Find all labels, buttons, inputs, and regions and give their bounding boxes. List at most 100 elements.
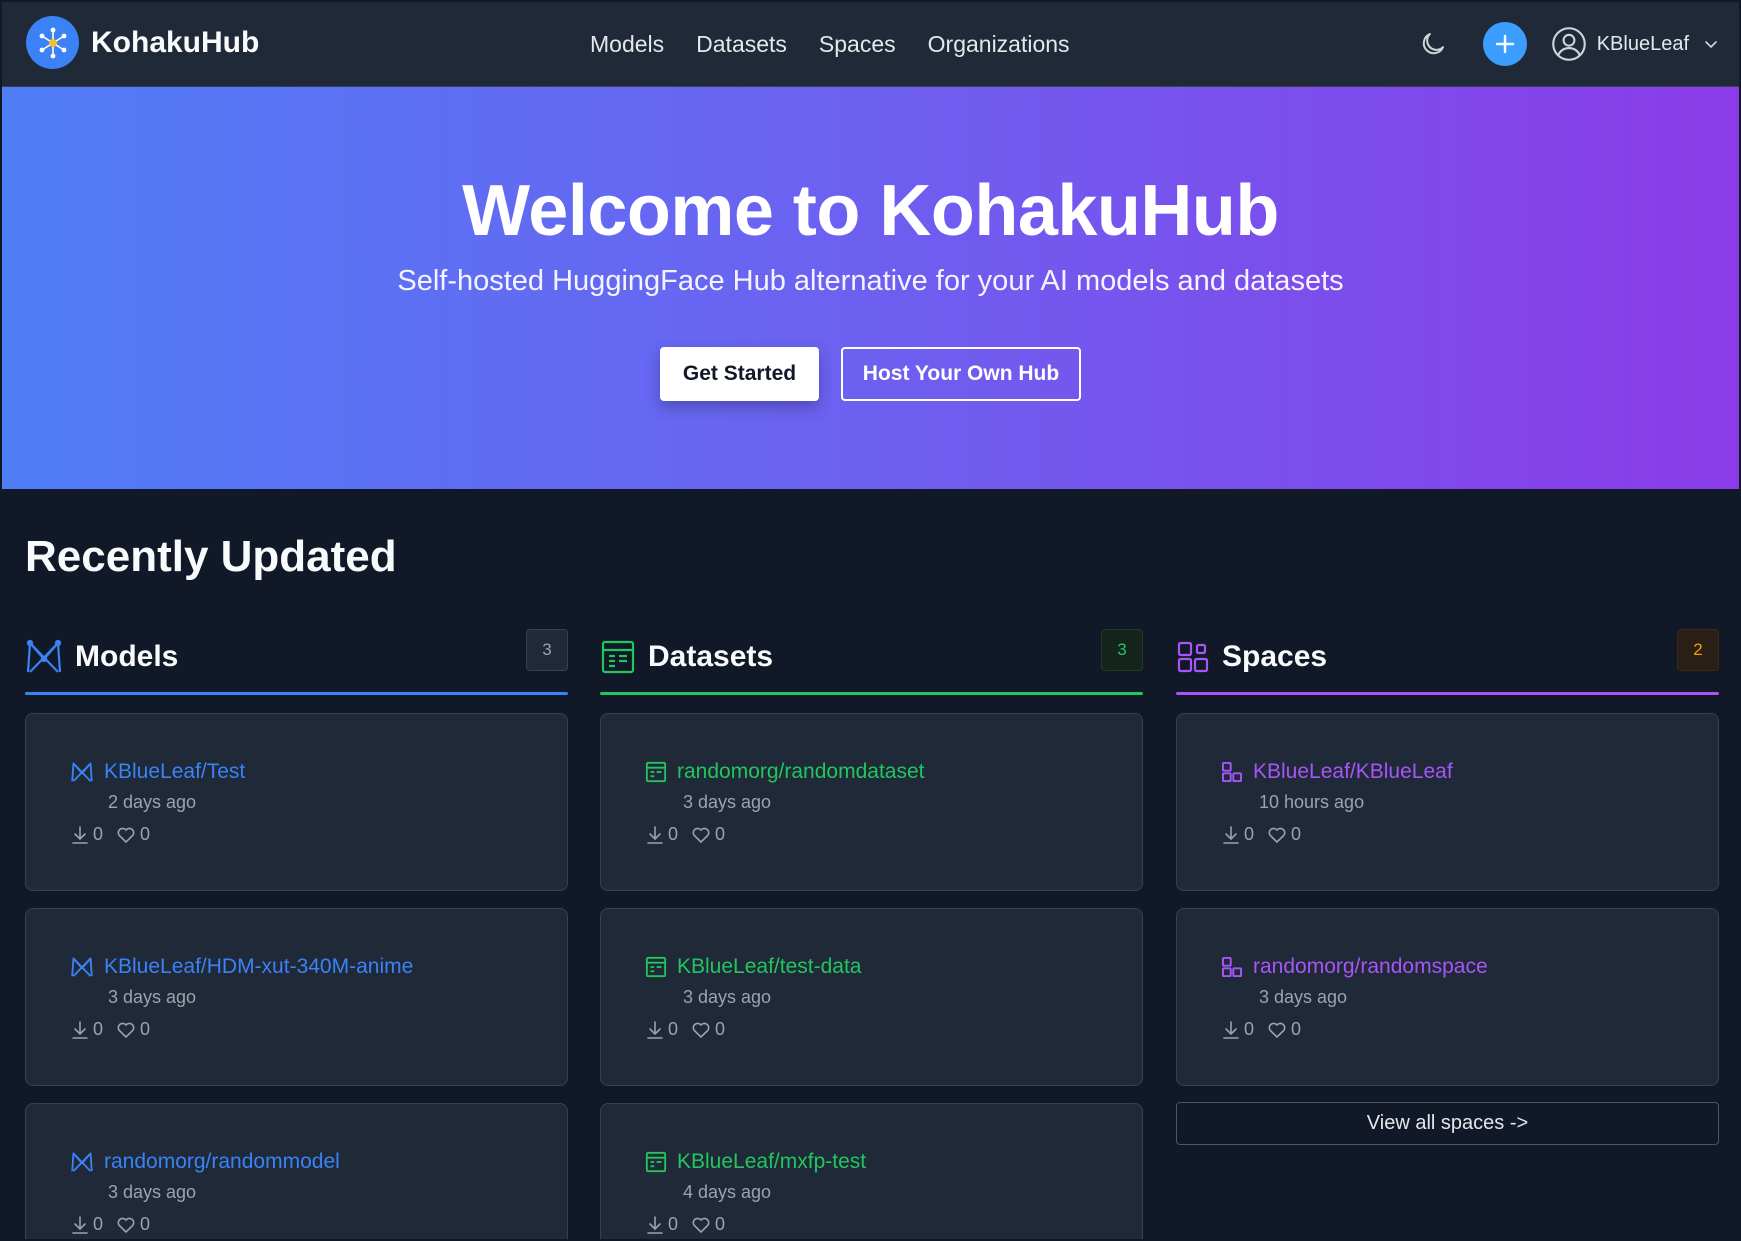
download-icon [647, 825, 663, 844]
download-icon [1223, 1020, 1239, 1039]
updated-time: 4 days ago [683, 1182, 772, 1202]
updated-time: 2 days ago [108, 792, 197, 812]
dataset-card[interactable]: KBlueLeaf/test-data 3 days ago 0 0 [600, 908, 1143, 1086]
model-card[interactable]: KBlueLeaf/Test 2 days ago 0 0 [25, 713, 568, 891]
spaces-column-title: Spaces [1222, 640, 1328, 673]
download-count: 0 [668, 1214, 679, 1234]
model-name-link[interactable]: randomorg/randommodel [104, 1150, 340, 1174]
models-icon [26, 639, 62, 673]
space-icon [1221, 956, 1243, 978]
datasets-column-title: Datasets [648, 640, 774, 673]
download-count: 0 [668, 1019, 679, 1039]
datasets-divider [600, 692, 1143, 695]
like-count: 0 [140, 1214, 151, 1234]
spaces-column-header: Spaces 2 [1176, 622, 1719, 692]
host-your-own-hub-button[interactable]: Host Your Own Hub [841, 347, 1081, 401]
spaces-count-badge: 2 [1677, 629, 1719, 671]
model-icon [71, 762, 93, 782]
dataset-card[interactable]: KBlueLeaf/mxfp-test 4 days ago 0 0 [600, 1103, 1143, 1239]
heart-icon [692, 1217, 710, 1233]
updated-time: 3 days ago [108, 987, 197, 1007]
models-count-badge: 3 [526, 629, 568, 671]
heart-icon [692, 1022, 710, 1038]
like-count: 0 [140, 824, 151, 844]
models-column-header: Models 3 [25, 622, 568, 692]
like-count: 0 [1291, 1019, 1302, 1039]
space-name-link[interactable]: KBlueLeaf/KBlueLeaf [1253, 760, 1453, 784]
get-started-button[interactable]: Get Started [660, 347, 819, 401]
dataset-icon [645, 956, 667, 978]
username-label: KBlueLeaf [1596, 32, 1689, 55]
user-avatar-icon [1551, 27, 1586, 61]
create-new-button[interactable] [1482, 22, 1527, 66]
models-column-title: Models [75, 640, 179, 673]
updated-time: 10 hours ago [1259, 792, 1365, 812]
datasets-icon [601, 640, 635, 674]
nav-spaces[interactable]: Spaces [819, 31, 896, 58]
like-count: 0 [715, 824, 726, 844]
models-divider [25, 692, 568, 695]
hero-title: Welcome to KohakuHub [462, 171, 1279, 251]
updated-time: 3 days ago [683, 987, 772, 1007]
nav-datasets[interactable]: Datasets [696, 31, 787, 58]
download-icon [647, 1215, 663, 1234]
updated-time: 3 days ago [108, 1182, 197, 1202]
space-card[interactable]: randomorg/randomspace 3 days ago 0 0 [1176, 908, 1719, 1086]
model-name-link[interactable]: KBlueLeaf/Test [104, 760, 245, 784]
model-icon [71, 957, 93, 977]
dataset-icon [645, 1151, 667, 1173]
updated-time: 3 days ago [683, 792, 772, 812]
heart-icon [117, 1022, 135, 1038]
dataset-name-link[interactable]: KBlueLeaf/test-data [677, 955, 861, 979]
dataset-name-link[interactable]: randomorg/randomdataset [677, 760, 924, 784]
datasets-column: Datasets 3 randomorg/randomdataset 3 day… [600, 622, 1143, 1239]
model-card[interactable]: randomorg/randommodel 3 days ago 0 0 [25, 1103, 568, 1239]
dataset-icon [645, 761, 667, 783]
dataset-card[interactable]: randomorg/randomdataset 3 days ago 0 0 [600, 713, 1143, 891]
download-icon [72, 825, 88, 844]
app-frame: KohakuHub Models Datasets Spaces Organiz… [2, 2, 1739, 1239]
dataset-name-link[interactable]: KBlueLeaf/mxfp-test [677, 1150, 866, 1174]
download-icon [1223, 825, 1239, 844]
heart-icon [1268, 827, 1286, 843]
moon-icon [1422, 33, 1444, 55]
model-card[interactable]: KBlueLeaf/HDM-xut-340M-anime 3 days ago … [25, 908, 568, 1086]
space-icon [1221, 761, 1243, 783]
heart-icon [117, 1217, 135, 1233]
heart-icon [117, 827, 135, 843]
main-nav: Models Datasets Spaces Organizations [590, 2, 1070, 86]
recently-updated-heading: Recently Updated [25, 532, 397, 581]
like-count: 0 [140, 1019, 151, 1039]
hero-subtitle: Self-hosted HuggingFace Hub alternative … [397, 265, 1344, 297]
download-count: 0 [1244, 824, 1255, 844]
download-icon [72, 1020, 88, 1039]
download-count: 0 [93, 1214, 104, 1234]
spaces-column: Spaces 2 KBlueLeaf/KBlueLeaf 10 hours ag… [1176, 622, 1719, 1145]
datasets-count-badge: 3 [1101, 629, 1143, 671]
spaces-divider [1176, 692, 1719, 695]
kohakuhub-logo-icon [26, 16, 79, 69]
model-icon [71, 1152, 93, 1172]
top-navbar: KohakuHub Models Datasets Spaces Organiz… [2, 2, 1739, 87]
spaces-icon [1177, 641, 1209, 673]
download-count: 0 [668, 824, 679, 844]
updated-time: 3 days ago [1259, 987, 1348, 1007]
model-name-link[interactable]: KBlueLeaf/HDM-xut-340M-anime [104, 955, 413, 979]
download-count: 0 [93, 1019, 104, 1039]
theme-toggle-button[interactable] [1413, 24, 1453, 64]
nav-models[interactable]: Models [590, 31, 664, 58]
download-icon [72, 1215, 88, 1234]
like-count: 0 [715, 1214, 726, 1234]
heart-icon [692, 827, 710, 843]
nav-organizations[interactable]: Organizations [928, 31, 1070, 58]
space-name-link[interactable]: randomorg/randomspace [1253, 955, 1488, 979]
hero-actions: Get Started Host Your Own Hub [2, 347, 1739, 401]
download-icon [647, 1020, 663, 1039]
space-card[interactable]: KBlueLeaf/KBlueLeaf 10 hours ago 0 0 [1176, 713, 1719, 891]
plus-icon [1495, 34, 1514, 54]
download-count: 0 [93, 824, 104, 844]
like-count: 0 [715, 1019, 726, 1039]
view-all-spaces-button[interactable]: View all spaces -> [1176, 1102, 1719, 1145]
user-menu-dropdown[interactable]: KBlueLeaf [1551, 26, 1719, 62]
brand-logo-link[interactable]: KohakuHub [26, 16, 259, 69]
